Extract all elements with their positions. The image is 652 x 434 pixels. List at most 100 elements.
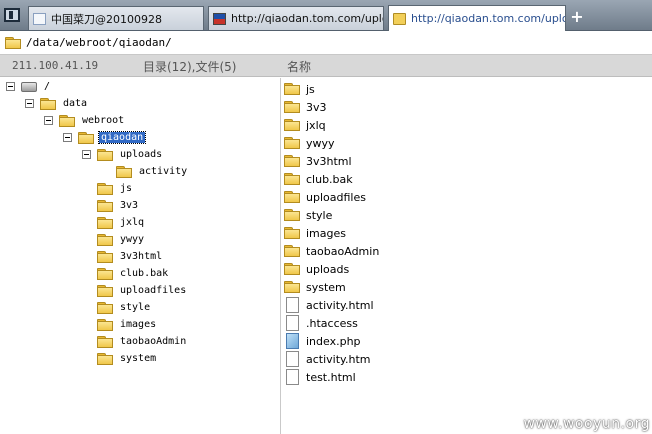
- tree-node-data[interactable]: data: [25, 95, 89, 112]
- tree-node-3v3[interactable]: 3v3: [97, 197, 140, 214]
- tree-node-root[interactable]: /: [6, 78, 52, 95]
- file-list: js 3v3 jxlq ywyy 3v3html club.bak upload…: [281, 78, 652, 434]
- folder-icon: [59, 114, 75, 127]
- tree-node-label: style: [120, 302, 151, 313]
- name-column-header[interactable]: 名称: [287, 58, 311, 75]
- tree-node-style[interactable]: style: [97, 299, 152, 316]
- tree-node-label: uploads: [120, 149, 163, 160]
- folder-icon: [97, 352, 113, 365]
- list-item[interactable]: 3v3html: [284, 152, 352, 170]
- new-tab-button[interactable]: +: [570, 9, 584, 25]
- list-header: 211.100.41.19 目录(12),文件(5) 名称: [0, 55, 652, 77]
- folder-icon: [284, 263, 300, 275]
- file-name: club.bak: [306, 172, 353, 186]
- tree-node-label: webroot: [82, 115, 125, 126]
- list-item[interactable]: test.html: [284, 368, 356, 386]
- file-icon: [286, 297, 299, 313]
- tab-url-1[interactable]: http://qiaodan.tom.com/uplo...: [208, 6, 384, 30]
- list-item[interactable]: ywyy: [284, 134, 335, 152]
- tree-node-label: 3v3: [120, 200, 139, 211]
- collapse-icon[interactable]: [63, 133, 72, 142]
- tree-node-label: images: [120, 319, 157, 330]
- list-item[interactable]: uploadfiles: [284, 188, 366, 206]
- tree-node-3v3html[interactable]: 3v3html: [97, 248, 164, 265]
- list-item[interactable]: jxlq: [284, 116, 326, 134]
- tree-node-js[interactable]: js: [97, 180, 134, 197]
- folder-icon: [284, 281, 300, 293]
- file-icon: [286, 351, 299, 367]
- list-item[interactable]: style: [284, 206, 332, 224]
- tree-node-label: js: [120, 183, 133, 194]
- tree-node-activity[interactable]: activity: [116, 163, 189, 180]
- tree-node-jxlq[interactable]: jxlq: [97, 214, 146, 231]
- file-name: system: [306, 280, 346, 294]
- tree-node-label: jxlq: [120, 217, 145, 228]
- collapse-icon[interactable]: [82, 150, 91, 159]
- list-item[interactable]: taobaoAdmin: [284, 242, 379, 260]
- list-item[interactable]: 3v3: [284, 98, 327, 116]
- folder-icon: [284, 173, 300, 185]
- folder-icon: [284, 137, 300, 149]
- tree-node-label-selected: qiaodan: [97, 131, 147, 144]
- tree-node-label: data: [63, 98, 88, 109]
- sidebar-toggle-icon[interactable]: [4, 8, 20, 22]
- tree-node-qiaodan[interactable]: qiaodan: [63, 129, 147, 146]
- tree-node-uploads[interactable]: uploads: [82, 146, 164, 163]
- directory-tree: / data webroot qiaodan uploads activity …: [0, 78, 280, 434]
- tree-node-label: uploadfiles: [120, 285, 187, 296]
- file-name: js: [306, 82, 315, 96]
- address-bar[interactable]: /data/webroot/qiaodan/: [0, 31, 652, 55]
- folder-icon: [97, 301, 113, 314]
- list-item[interactable]: index.php: [284, 332, 361, 350]
- folder-icon: [40, 97, 56, 110]
- folder-icon: [284, 209, 300, 221]
- tab-label: http://qiaodan.tom.com/uplo...: [411, 12, 565, 25]
- tree-node-images[interactable]: images: [97, 316, 158, 333]
- folder-icon: [284, 227, 300, 239]
- tree-node-label: taobaoAdmin: [120, 336, 187, 347]
- file-name: test.html: [306, 370, 356, 384]
- list-item[interactable]: images: [284, 224, 346, 242]
- tab-url-2[interactable]: http://qiaodan.tom.com/uplo...: [388, 5, 566, 31]
- collapse-icon[interactable]: [25, 99, 34, 108]
- current-path[interactable]: /data/webroot/qiaodan/: [26, 36, 172, 49]
- list-item[interactable]: .htaccess: [284, 314, 358, 332]
- tree-node-uploadfiles[interactable]: uploadfiles: [97, 282, 188, 299]
- folder-icon: [97, 148, 113, 161]
- file-name: .htaccess: [306, 316, 358, 330]
- folder-icon: [97, 267, 113, 280]
- file-name: images: [306, 226, 346, 240]
- tab-main[interactable]: 中国菜刀@20100928: [28, 6, 204, 30]
- tree-node-system[interactable]: system: [97, 350, 158, 367]
- file-name: activity.html: [306, 298, 374, 312]
- file-icon: [286, 315, 299, 331]
- collapse-icon[interactable]: [44, 116, 53, 125]
- watermark: www.wooyun.org: [523, 416, 650, 432]
- list-item[interactable]: system: [284, 278, 346, 296]
- list-item[interactable]: js: [284, 80, 315, 98]
- php-file-icon: [286, 333, 299, 349]
- list-item[interactable]: uploads: [284, 260, 349, 278]
- tree-node-label: ywyy: [120, 234, 145, 245]
- folder-icon: [284, 101, 300, 113]
- file-name: ywyy: [306, 136, 335, 150]
- flag-icon: [213, 12, 226, 25]
- folder-icon: [116, 165, 132, 178]
- tree-node-label: system: [120, 353, 157, 364]
- server-ip: 211.100.41.19: [12, 59, 99, 72]
- file-name: uploads: [306, 262, 350, 276]
- folder-icon: [284, 119, 300, 131]
- list-item[interactable]: activity.html: [284, 296, 374, 314]
- file-name: activity.htm: [306, 352, 371, 366]
- list-item[interactable]: activity.htm: [284, 350, 370, 368]
- tree-node-webroot[interactable]: webroot: [44, 112, 126, 129]
- collapse-icon[interactable]: [6, 82, 15, 91]
- tree-node-taobaoadmin[interactable]: taobaoAdmin: [97, 333, 188, 350]
- tree-node-club-bak[interactable]: club.bak: [97, 265, 170, 282]
- tree-node-ywyy[interactable]: ywyy: [97, 231, 146, 248]
- file-name: index.php: [306, 334, 361, 348]
- list-item[interactable]: club.bak: [284, 170, 353, 188]
- folder-icon: [284, 191, 300, 203]
- tree-node-label: /: [44, 81, 51, 92]
- drive-icon: [21, 81, 37, 92]
